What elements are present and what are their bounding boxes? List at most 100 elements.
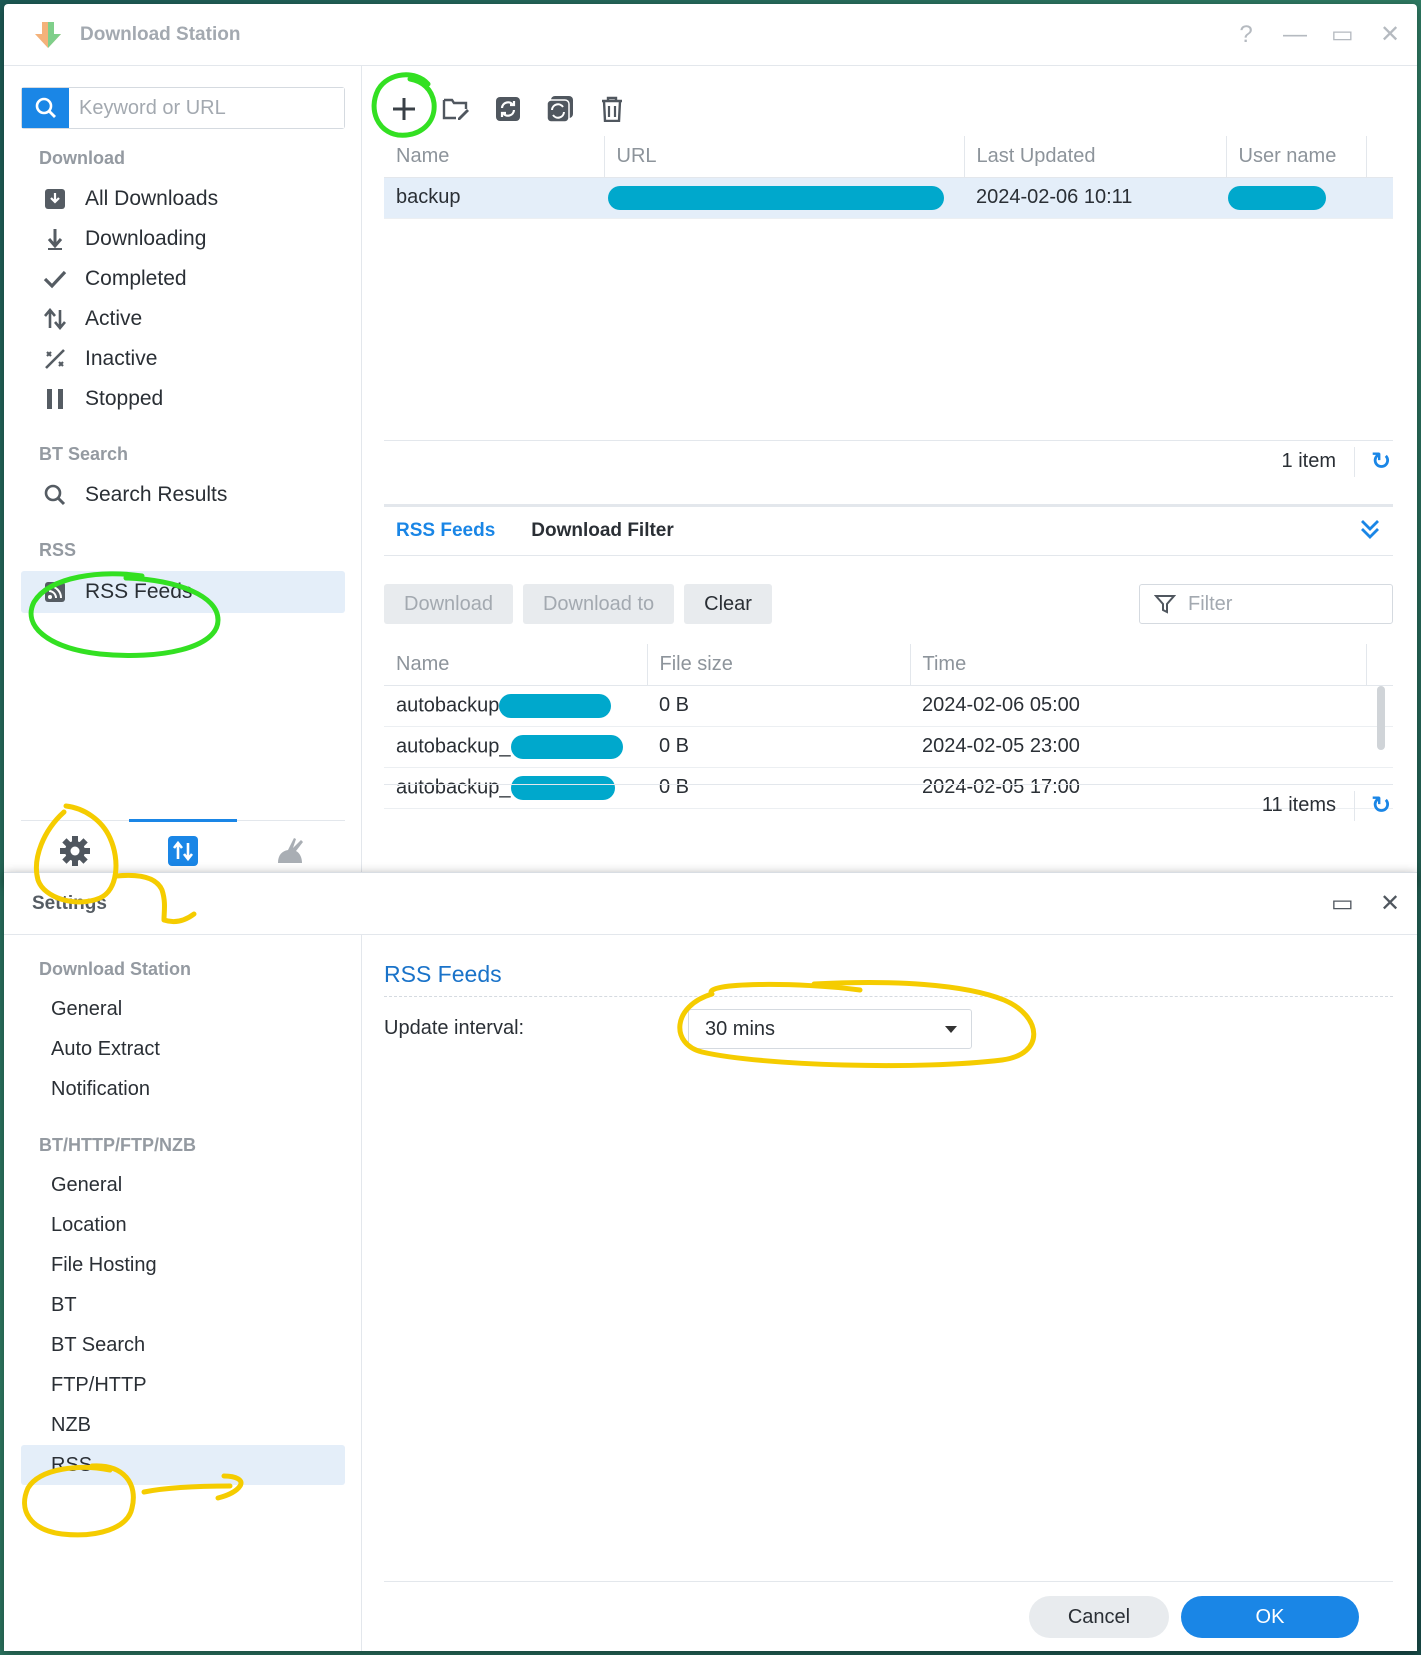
cell-size: 0 B xyxy=(647,685,910,727)
section-bt-http-ftp-nzb: BT/HTTP/FTP/NZB xyxy=(39,1135,196,1155)
cell-last-updated: 2024-02-06 10:11 xyxy=(964,177,1226,219)
main-content: Name URL Last Updated User name backup 2… xyxy=(362,66,1417,884)
download-to-button[interactable]: Download to xyxy=(522,584,675,624)
settings-footer: Cancel OK xyxy=(384,1581,1393,1651)
transfer-icon xyxy=(168,836,198,866)
items-footer: 11 items ↻ xyxy=(384,784,1393,826)
filter-icon xyxy=(1154,595,1176,614)
title-bar: Download Station ? — ▭ ✕ xyxy=(4,4,1417,66)
app-logo-icon xyxy=(32,20,64,50)
arrow-down-icon xyxy=(35,227,75,251)
chevron-down-icon xyxy=(945,1026,957,1033)
redacted-url xyxy=(608,185,944,210)
section-download: Download xyxy=(39,148,125,168)
delete-button[interactable] xyxy=(596,93,628,125)
settings-item-notification[interactable]: Notification xyxy=(21,1069,345,1109)
cancel-button[interactable]: Cancel xyxy=(1029,1596,1169,1638)
delete-icon xyxy=(602,96,622,122)
close-icon[interactable]: ✕ xyxy=(1379,23,1401,47)
up-down-arrows-icon xyxy=(35,308,75,330)
cell-name: backup xyxy=(384,177,604,219)
maximize-icon[interactable]: ▭ xyxy=(1331,892,1354,916)
gear-icon xyxy=(60,835,90,866)
table-row[interactable]: autobackup 0 B 2024-02-06 05:00 xyxy=(384,685,1393,727)
sidebar-item-label: All Downloads xyxy=(85,187,219,210)
feeds-footer: 1 item ↻ xyxy=(384,440,1393,482)
update-interval-select[interactable]: 30 mins xyxy=(688,1009,972,1049)
clear-button[interactable]: Clear xyxy=(684,584,772,624)
col-url[interactable]: URL xyxy=(604,136,965,178)
settings-item-bt[interactable]: BT xyxy=(21,1285,345,1325)
settings-item-location[interactable]: Location xyxy=(21,1205,345,1245)
sidebar-item-stopped[interactable]: Stopped xyxy=(21,378,345,420)
edit-folder-icon xyxy=(442,98,469,120)
update-button[interactable] xyxy=(492,93,524,125)
transfers-tab[interactable] xyxy=(129,819,237,880)
update-all-button[interactable] xyxy=(544,93,576,125)
help-icon[interactable]: ? xyxy=(1235,23,1257,47)
refresh-icon[interactable]: ↻ xyxy=(1369,791,1393,820)
settings-item-nzb[interactable]: NZB xyxy=(21,1405,345,1445)
maximize-icon[interactable]: ▭ xyxy=(1331,23,1354,47)
update-interval-label: Update interval: xyxy=(384,1017,525,1039)
minimize-icon[interactable]: — xyxy=(1283,23,1307,47)
table-row[interactable]: backup 2024-02-06 10:11 xyxy=(384,177,1393,219)
refresh-icon[interactable]: ↻ xyxy=(1369,447,1393,476)
cell-user xyxy=(1226,177,1366,219)
collapse-icon[interactable] xyxy=(1359,517,1381,546)
redacted-user xyxy=(1228,185,1326,210)
section-download-station: Download Station xyxy=(39,959,191,979)
filter-box xyxy=(1139,584,1393,624)
table-row[interactable]: autobackup_ 0 B 2024-02-05 23:00 xyxy=(384,726,1393,768)
cell-name: autobackup xyxy=(384,685,647,727)
download-button[interactable]: Download xyxy=(384,584,513,624)
edit-button[interactable] xyxy=(440,93,472,125)
settings-content: RSS Feeds Update interval: 30 mins Cance… xyxy=(362,935,1417,1651)
settings-item-bt-search[interactable]: BT Search xyxy=(21,1325,345,1365)
col-time[interactable]: Time xyxy=(910,644,1367,686)
sidebar-item-label: Stopped xyxy=(85,387,164,410)
sidebar-item-rss-feeds[interactable]: RSS Feeds xyxy=(21,571,345,613)
settings-title: Settings xyxy=(32,892,107,914)
col-name[interactable]: Name xyxy=(384,644,648,686)
sidebar-item-label: Downloading xyxy=(85,227,207,250)
section-rss: RSS xyxy=(39,540,77,560)
cell-name: autobackup_ xyxy=(384,726,647,768)
col-user-name[interactable]: User name xyxy=(1226,136,1367,178)
sidebar-item-all-downloads[interactable]: All Downloads xyxy=(21,178,345,220)
col-file-size[interactable]: File size xyxy=(647,644,911,686)
settings-item-rss[interactable]: RSS xyxy=(21,1445,345,1485)
settings-item-ftp-http[interactable]: FTP/HTTP xyxy=(21,1365,345,1405)
search-input[interactable] xyxy=(69,88,344,128)
sidebar-item-completed[interactable]: Completed xyxy=(21,258,345,300)
feeds-count: 1 item xyxy=(1281,450,1336,472)
sidebar-item-downloading[interactable]: Downloading xyxy=(21,218,345,260)
add-button[interactable] xyxy=(388,93,420,125)
close-icon[interactable]: ✕ xyxy=(1379,892,1401,916)
col-name[interactable]: Name xyxy=(384,136,605,178)
tab-download-filter[interactable]: Download Filter xyxy=(531,520,674,542)
col-spacer xyxy=(1366,136,1393,178)
cell-time: 2024-02-05 23:00 xyxy=(910,726,1366,768)
search-icon xyxy=(35,484,75,506)
col-last-updated[interactable]: Last Updated xyxy=(964,136,1227,178)
filter-input[interactable] xyxy=(1188,592,1358,616)
settings-item-file-hosting[interactable]: File Hosting xyxy=(21,1245,345,1285)
settings-item-auto-extract[interactable]: Auto Extract xyxy=(21,1029,345,1069)
action-row: Download Download to Clear xyxy=(384,584,1393,626)
sidebar-item-search-results[interactable]: Search Results xyxy=(21,474,345,516)
search-button[interactable] xyxy=(22,88,69,128)
settings-item-general[interactable]: General xyxy=(21,989,345,1029)
settings-item-general-bt[interactable]: General xyxy=(21,1165,345,1205)
redacted-name xyxy=(510,734,623,759)
ok-button[interactable]: OK xyxy=(1181,1596,1359,1638)
items-scrollbar[interactable] xyxy=(1377,686,1385,750)
tab-rss-feeds[interactable]: RSS Feeds xyxy=(396,520,495,542)
donkey-icon xyxy=(278,837,303,863)
sidebar-item-active[interactable]: Active xyxy=(21,298,345,340)
sidebar-item-label: Completed xyxy=(85,267,187,290)
bottom-tabs xyxy=(21,819,345,880)
table-header-row: Name URL Last Updated User name xyxy=(384,136,1393,178)
cell-time: 2024-02-06 05:00 xyxy=(910,685,1366,727)
sidebar-item-inactive[interactable]: Inactive xyxy=(21,338,345,380)
